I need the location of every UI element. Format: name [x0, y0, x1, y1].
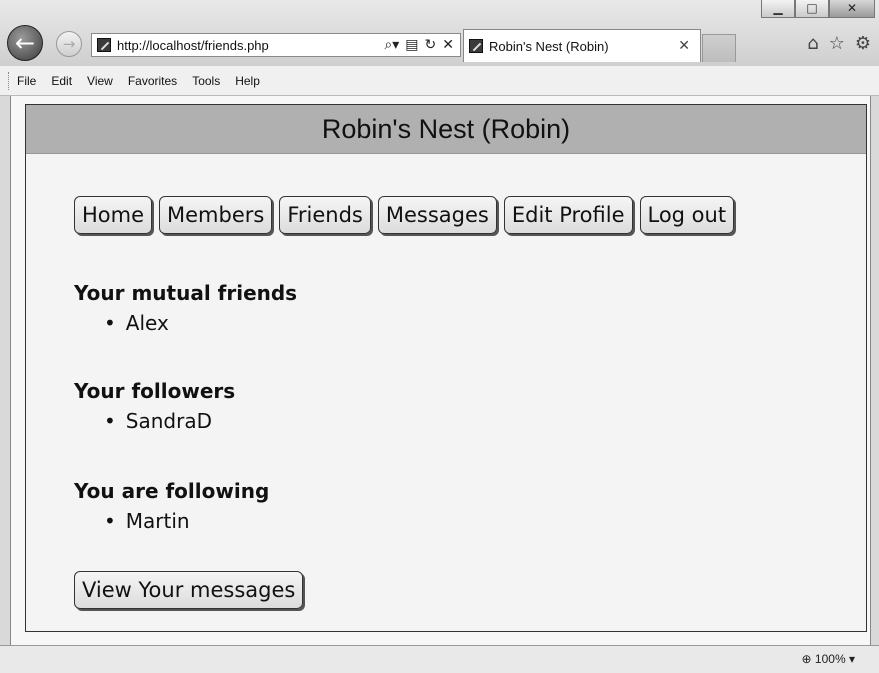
compat-view-icon[interactable]: ▤ — [405, 37, 418, 53]
list-item[interactable]: SandraD — [104, 409, 212, 433]
favorites-star-icon[interactable]: ☆ — [829, 33, 845, 54]
address-bar[interactable]: http://localhost/friends.php ⌕▾ ▤ ↻ ✕ — [91, 33, 461, 57]
view-messages-button[interactable]: View Your messages — [74, 571, 304, 609]
menu-edit[interactable]: Edit — [51, 74, 72, 88]
site-favicon-icon — [97, 38, 111, 52]
menu-bar: File Edit View Favorites Tools Help — [0, 66, 879, 96]
site-header: Robin's Nest (Robin) — [26, 105, 866, 154]
nav-messages-button[interactable]: Messages — [377, 196, 497, 234]
menu-help[interactable]: Help — [235, 74, 260, 88]
menu-tools[interactable]: Tools — [192, 74, 220, 88]
zoom-level: 100% — [814, 652, 846, 666]
toolbar-icons: ⌂ ☆ ⚙ — [807, 33, 871, 54]
page-viewport: Robin's Nest (Robin) Home Members Friend… — [10, 96, 871, 645]
zoom-control[interactable]: ⊕ 100% ▾ — [802, 652, 855, 666]
list-item[interactable]: Martin — [104, 509, 190, 533]
stop-icon[interactable]: ✕ — [442, 37, 454, 53]
mutual-friends-heading: Your mutual friends — [74, 281, 298, 305]
status-bar: ⊕ 100% ▾ — [0, 645, 879, 673]
menu-file[interactable]: File — [17, 74, 36, 88]
nav-friends-button[interactable]: Friends — [279, 196, 371, 234]
new-tab-button[interactable] — [702, 34, 736, 62]
following-heading: You are following — [74, 479, 270, 503]
nav-logout-button[interactable]: Log out — [639, 196, 735, 234]
menu-grip — [8, 71, 11, 90]
back-arrow-icon[interactable]: ← — [7, 25, 43, 61]
url-text[interactable]: http://localhost/friends.php — [117, 38, 384, 53]
site-nav: Home Members Friends Messages Edit Profi… — [74, 196, 735, 234]
window-controls: ▁ □ ✕ — [761, 0, 875, 18]
site-container: Robin's Nest (Robin) Home Members Friend… — [25, 104, 867, 632]
followers-list: SandraD — [104, 409, 212, 433]
search-icon[interactable]: ⌕▾ — [384, 37, 399, 53]
nav-edit-profile-button[interactable]: Edit Profile — [503, 196, 633, 234]
forward-arrow-icon[interactable]: → — [56, 31, 82, 57]
tab-favicon-icon — [469, 39, 483, 53]
followers-heading: Your followers — [74, 379, 236, 403]
chevron-down-icon: ▾ — [848, 652, 855, 666]
home-icon[interactable]: ⌂ — [807, 33, 818, 54]
tab-close-icon[interactable]: ✕ — [678, 38, 700, 54]
following-list: Martin — [104, 509, 190, 533]
list-item[interactable]: Alex — [104, 311, 169, 335]
settings-gear-icon[interactable]: ⚙ — [855, 33, 871, 54]
tab-active[interactable]: Robin's Nest (Robin) ✕ — [463, 29, 701, 62]
menu-favorites[interactable]: Favorites — [128, 74, 177, 88]
zoom-icon: ⊕ — [801, 652, 812, 666]
menu-view[interactable]: View — [87, 74, 113, 88]
maximize-icon[interactable]: □ — [795, 0, 829, 18]
address-controls: ⌕▾ ▤ ↻ ✕ — [384, 37, 460, 53]
refresh-icon[interactable]: ↻ — [425, 37, 437, 53]
mutual-friends-list: Alex — [104, 311, 169, 335]
nav-members-button[interactable]: Members — [159, 196, 273, 234]
close-window-icon[interactable]: ✕ — [829, 0, 875, 18]
tab-title: Robin's Nest (Robin) — [489, 38, 609, 54]
nav-home-button[interactable]: Home — [74, 196, 153, 234]
browser-titlebar: ▁ □ ✕ ← → http://localhost/friends.php ⌕… — [0, 0, 879, 66]
minimize-icon[interactable]: ▁ — [761, 0, 795, 18]
